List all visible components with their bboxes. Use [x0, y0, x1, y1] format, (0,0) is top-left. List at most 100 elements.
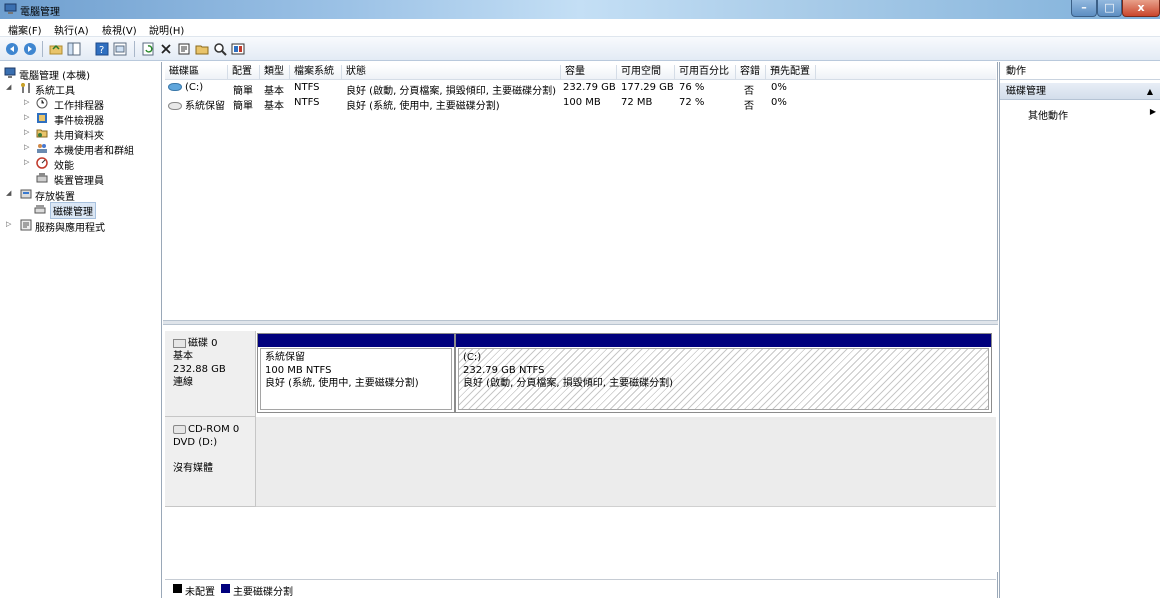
tree-item-device-manager[interactable]: 裝置管理員: [24, 171, 161, 187]
tree-item-task-scheduler[interactable]: ▷ 工作排程器: [24, 96, 161, 112]
disk-management-pane: 磁碟區 配置 類型 檔案系統 狀態 容量 可用空間 可用百分比 容錯 預先配置 …: [163, 62, 998, 598]
volume-name: 系統保留: [185, 101, 225, 112]
actions-pane: 動作 磁碟管理 ▲ 其他動作 ▶: [999, 62, 1160, 598]
menu-action[interactable]: 執行(A): [54, 22, 89, 37]
type-cell: 基本: [264, 86, 284, 97]
filesystem-cell: NTFS: [294, 82, 320, 93]
partition-info: (C:) 232.79 GB NTFS 良好 (啟動, 分頁檔案, 損毀傾印, …: [458, 348, 989, 410]
close-button[interactable]: x: [1122, 0, 1160, 17]
properties-icon[interactable]: [177, 42, 191, 56]
fault-tolerance-cell: 否: [744, 86, 754, 97]
computer-management-icon: [4, 67, 16, 78]
drive-icon: [168, 83, 182, 91]
tree-item-event-viewer[interactable]: ▷ 事件檢視器: [24, 111, 161, 127]
table-row[interactable]: 系統保留 簡單 基本 NTFS 良好 (系統, 使用中, 主要磁碟分割) 100…: [165, 96, 996, 112]
legend-swatch-primary: [221, 584, 230, 593]
collapse-up-icon[interactable]: ▲: [1147, 83, 1153, 100]
legend: 未配置 主要磁碟分割: [165, 579, 996, 598]
help-icon[interactable]: ?: [95, 42, 109, 56]
disk-settings-icon[interactable]: [231, 42, 245, 56]
menu-help[interactable]: 說明(H): [149, 22, 184, 37]
minimize-button[interactable]: –: [1071, 0, 1097, 17]
cdrom-0-area: [256, 417, 996, 507]
partition-name: 系統保留: [265, 352, 305, 363]
forward-icon[interactable]: [23, 42, 37, 56]
more-actions-item[interactable]: 其他動作 ▶: [1028, 107, 1158, 122]
partition-status: 良好 (系統, 使用中, 主要磁碟分割): [265, 378, 419, 389]
column-header-type[interactable]: 類型: [260, 65, 290, 80]
back-icon[interactable]: [5, 42, 19, 56]
collapsed-arrow-icon[interactable]: ▷: [24, 158, 29, 166]
delete-icon[interactable]: [159, 42, 173, 56]
disk-status: 連線: [173, 377, 193, 388]
column-header-overhead[interactable]: 預先配置: [766, 65, 816, 80]
tree-item-performance[interactable]: ▷ 效能: [24, 156, 161, 172]
column-header-capacity[interactable]: 容量: [561, 65, 617, 80]
tree-item-root[interactable]: 電腦管理 (本機): [4, 66, 161, 82]
tree-item-shared-folders[interactable]: ▷ 共用資料夾: [24, 126, 161, 142]
free-space-cell: 72 MB: [621, 97, 653, 108]
tree-label: 服務與應用程式: [35, 223, 105, 234]
percent-free-cell: 76 %: [679, 82, 705, 93]
tree-item-system-tools[interactable]: ◢ 系統工具: [6, 81, 161, 97]
tree-item-storage[interactable]: ◢ 存放裝置: [6, 187, 161, 203]
table-row[interactable]: (C:) 簡單 基本 NTFS 良好 (啟動, 分頁檔案, 損毀傾印, 主要磁碟…: [165, 81, 996, 97]
hard-disk-icon: [173, 338, 186, 348]
partition-size: 100 MB NTFS: [265, 365, 332, 376]
tree-label: 磁碟管理: [50, 202, 96, 219]
cdrom-0-label[interactable]: CD-ROM 0 DVD (D:) 沒有媒體: [165, 417, 256, 507]
graphical-disk-view: 磁碟 0 基本 232.88 GB 連線 系統保留 100 MB NTFS 良好…: [163, 325, 998, 572]
capacity-cell: 100 MB: [563, 97, 601, 108]
partition-c[interactable]: (C:) 232.79 GB NTFS 良好 (啟動, 分頁檔案, 損毀傾印, …: [455, 333, 992, 413]
search-icon[interactable]: [213, 42, 227, 56]
legend-swatch-unallocated: [173, 584, 182, 593]
menu-view[interactable]: 檢視(V): [102, 22, 137, 37]
console-icon[interactable]: [113, 42, 127, 56]
users-icon: [37, 144, 47, 153]
empty-area: [165, 508, 996, 572]
tree-label: 系統工具: [35, 86, 75, 97]
column-header-layout[interactable]: 配置: [228, 65, 260, 80]
disk-0-label[interactable]: 磁碟 0 基本 232.88 GB 連線: [165, 331, 256, 417]
collapsed-arrow-icon[interactable]: ▷: [24, 128, 29, 136]
tools-icon: [21, 83, 30, 93]
column-header-fault-tolerance[interactable]: 容錯: [736, 65, 766, 80]
expanded-arrow-icon[interactable]: ◢: [6, 83, 11, 91]
overhead-cell: 0%: [771, 82, 787, 93]
collapsed-arrow-icon[interactable]: ▷: [24, 98, 29, 106]
tree-label: 效能: [54, 161, 74, 172]
more-actions-label: 其他動作: [1028, 111, 1068, 122]
refresh-icon[interactable]: [141, 42, 155, 56]
collapsed-arrow-icon[interactable]: ▷: [24, 143, 29, 151]
maximize-button[interactable]: □: [1097, 0, 1122, 17]
menu-file[interactable]: 檔案(F): [8, 22, 42, 37]
column-header-filesystem[interactable]: 檔案系統: [290, 65, 342, 80]
collapsed-arrow-icon[interactable]: ▷: [24, 113, 29, 121]
expanded-arrow-icon[interactable]: ◢: [6, 189, 11, 197]
shared-folder-icon: [36, 129, 48, 138]
collapsed-arrow-icon[interactable]: ▷: [6, 220, 11, 228]
tree-label: 電腦管理 (本機): [19, 71, 90, 82]
actions-group-label: 磁碟管理: [1006, 86, 1046, 97]
column-header-volume[interactable]: 磁碟區: [165, 65, 228, 80]
free-space-cell: 177.29 GB: [621, 82, 674, 93]
tree-label: 共用資料夾: [54, 131, 104, 142]
toolbar-separator: [42, 41, 43, 57]
show-tree-icon[interactable]: [67, 42, 81, 56]
partition-system-reserved[interactable]: 系統保留 100 MB NTFS 良好 (系統, 使用中, 主要磁碟分割): [257, 333, 455, 413]
tree-item-services[interactable]: ▷ 服務與應用程式: [6, 218, 161, 234]
services-icon: [20, 219, 32, 231]
tree-item-local-users[interactable]: ▷ 本機使用者和群組: [24, 141, 161, 157]
volume-name: (C:): [185, 82, 204, 93]
column-header-status[interactable]: 狀態: [342, 65, 561, 80]
column-header-free-space[interactable]: 可用空間: [617, 65, 675, 80]
disk-name: 磁碟 0: [188, 338, 218, 349]
layout-cell: 簡單: [233, 86, 253, 97]
actions-group-disk-management[interactable]: 磁碟管理 ▲: [1000, 83, 1160, 100]
column-header-percent-free[interactable]: 可用百分比: [675, 65, 736, 80]
capacity-cell: 232.79 GB: [563, 82, 616, 93]
open-icon[interactable]: [195, 42, 209, 56]
up-folder-icon[interactable]: [49, 42, 63, 56]
tree-item-disk-management[interactable]: 磁碟管理: [34, 202, 161, 219]
performance-icon: [36, 157, 48, 169]
